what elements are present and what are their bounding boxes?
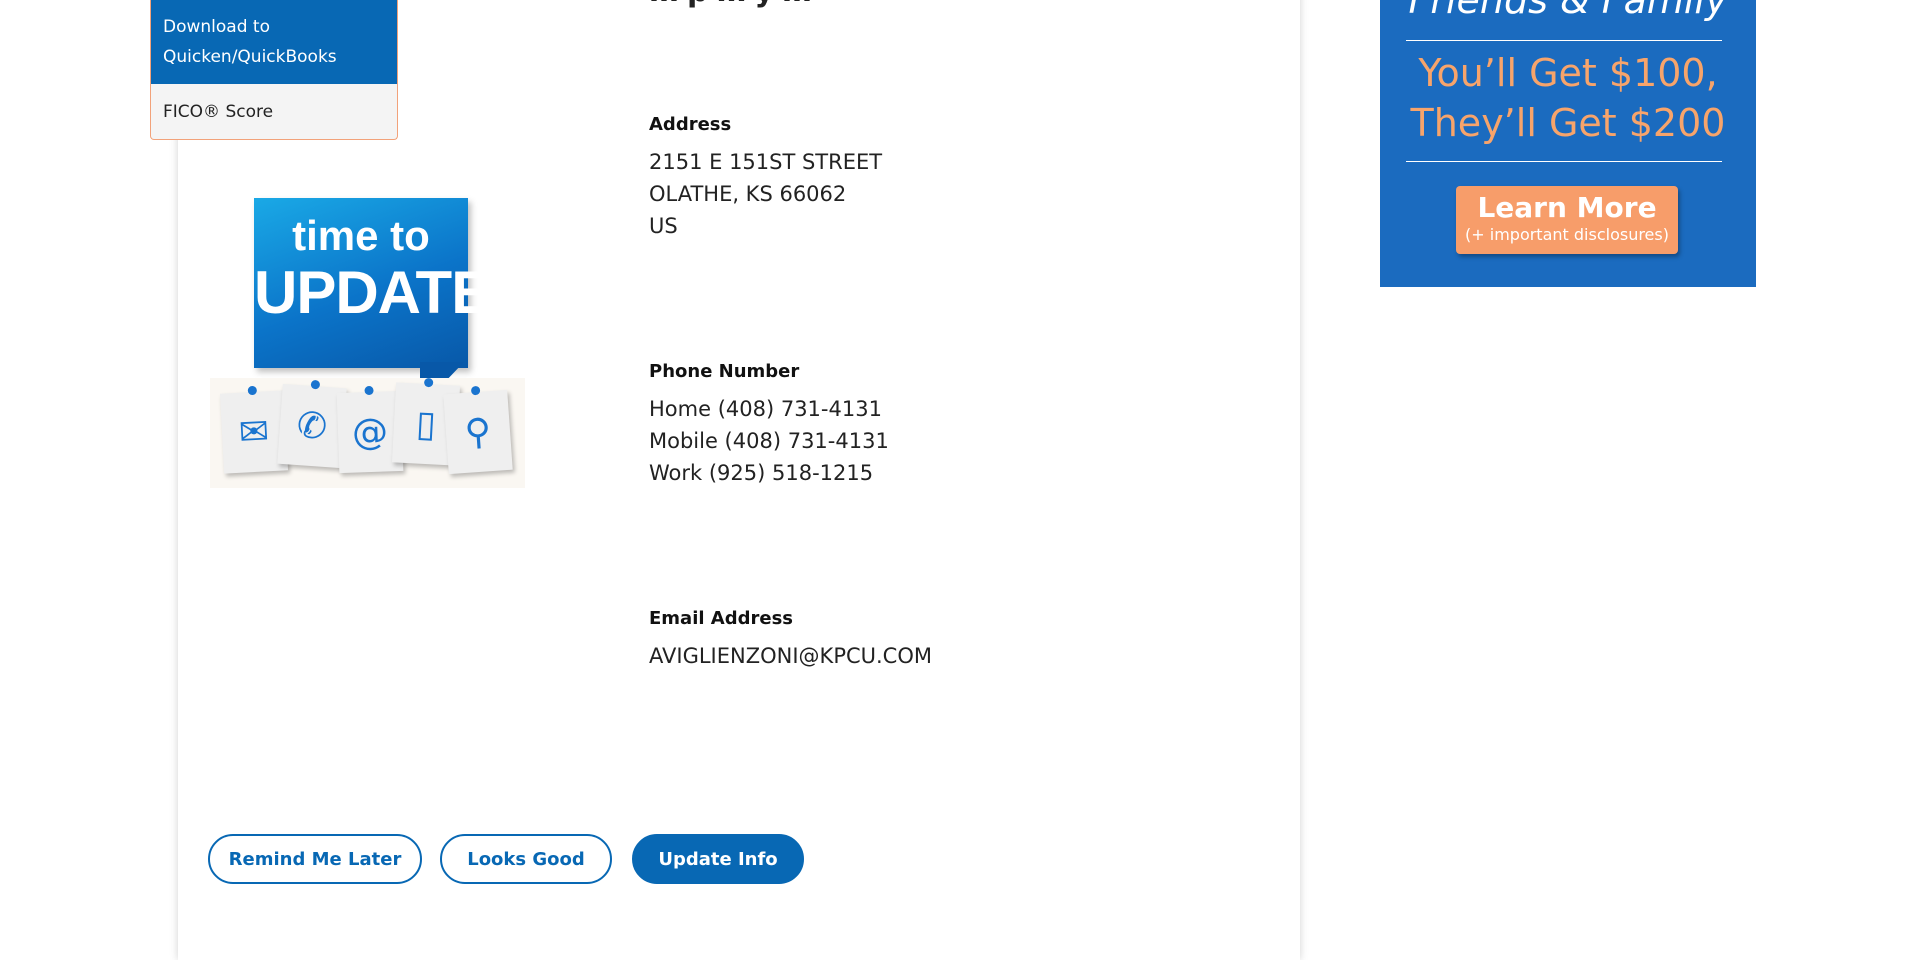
ad-offer: You’ll Get $100, They’ll Get $200 <box>1380 48 1756 148</box>
account-menu-dropdown: Download to Quicken/QuickBooks FICO® Sco… <box>150 0 398 140</box>
location-pin-icon: ⚲ <box>443 385 513 475</box>
phone-work: Work (925) 518-1215 <box>649 461 874 485</box>
learn-more-button[interactable]: Learn More (+ important disclosures) <box>1456 186 1678 254</box>
time-to-update-illustration: time to UPDATE ✉ ✆ @ ▯ ⚲ <box>210 194 525 488</box>
bubble-text-big: UPDATE <box>254 259 491 326</box>
bubble-text-small: time to <box>292 212 430 259</box>
ad-divider-top <box>1406 40 1722 41</box>
phone-home: Home (408) 731-4131 <box>649 397 882 421</box>
address-line-1: 2151 E 151ST STREET <box>649 150 883 174</box>
address-label: Address <box>649 114 732 135</box>
ad-heading: Friends & Family <box>1408 0 1728 22</box>
menu-item-fico-score[interactable]: FICO® Score <box>151 84 397 127</box>
ad-divider-bottom <box>1406 161 1722 162</box>
phone-label: Phone Number <box>649 361 800 382</box>
disclosures-label: (+ important disclosures) <box>1465 225 1669 244</box>
phone-mobile: Mobile (408) 731-4131 <box>649 429 889 453</box>
looks-good-button[interactable]: Looks Good <box>440 834 612 884</box>
email-value: AVIGLIENZONI@KPCU.COM <box>649 644 932 668</box>
email-label: Email Address <box>649 608 794 629</box>
card-title-fragment: …p…y… <box>649 0 820 9</box>
ad-offer-line-2: They’ll Get $200 <box>1410 101 1726 145</box>
remind-me-later-button[interactable]: Remind Me Later <box>208 834 422 884</box>
address-line-3: US <box>649 214 678 238</box>
address-line-2: OLATHE, KS 66062 <box>649 182 847 206</box>
ad-offer-line-1: You’ll Get $100, <box>1418 51 1718 95</box>
update-info-button[interactable]: Update Info <box>632 834 804 884</box>
referral-ad-banner[interactable]: Friends & Family You’ll Get $100, They’l… <box>1380 0 1756 287</box>
pinned-notes: ✉ ✆ @ ▯ ⚲ <box>210 377 525 488</box>
learn-more-label: Learn More <box>1477 191 1657 224</box>
speech-bubble: time to UPDATE <box>254 198 491 368</box>
menu-item-download-quicken[interactable]: Download to Quicken/QuickBooks <box>151 0 397 84</box>
